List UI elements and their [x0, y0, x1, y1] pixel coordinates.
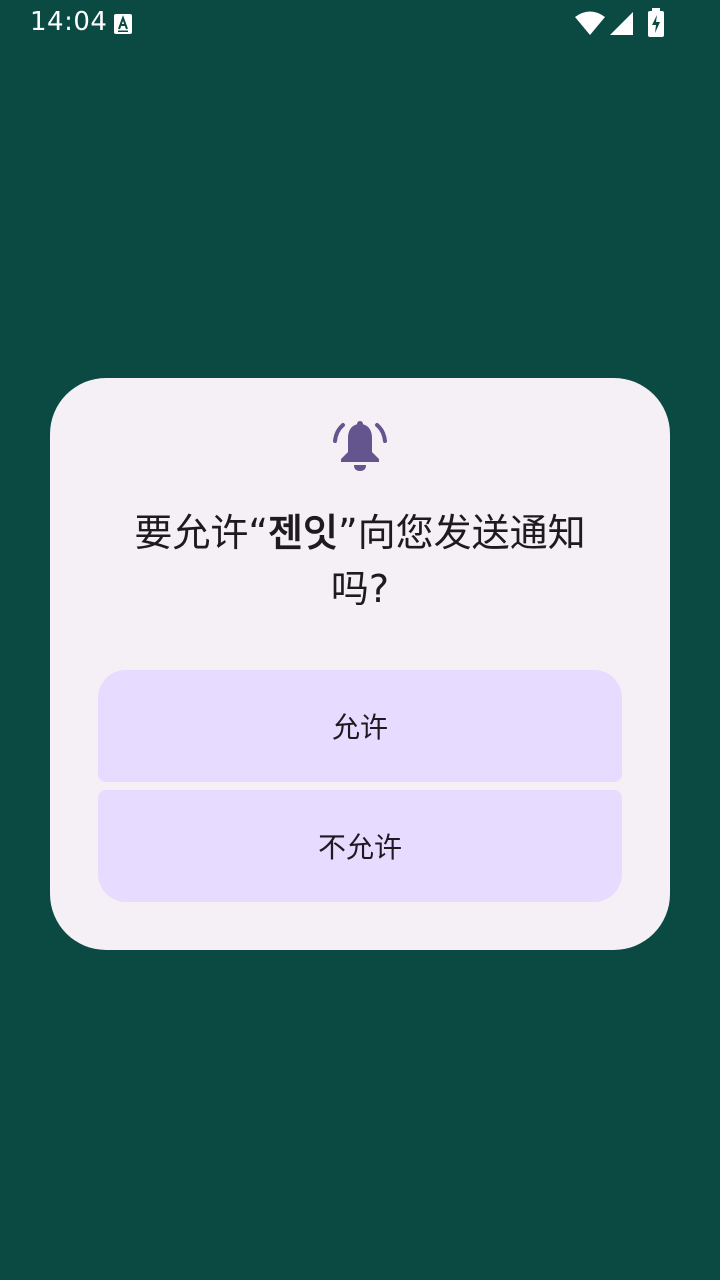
- title-prefix: 要允许“: [134, 511, 269, 555]
- status-bar: 14:04: [0, 0, 720, 48]
- status-time: 14:04: [30, 7, 108, 37]
- keyboard-a-icon: [114, 14, 132, 34]
- signal-icon: [610, 12, 633, 35]
- deny-button[interactable]: 不允许: [98, 790, 622, 902]
- notification-bell-icon: [333, 421, 387, 471]
- dialog-title: 要允许“젠잇”向您发送通知吗?: [110, 505, 610, 617]
- allow-button[interactable]: 允许: [98, 670, 622, 782]
- app-name: 젠잇: [268, 511, 338, 555]
- title-suffix: ”向您发送通知吗?: [330, 511, 586, 611]
- wifi-icon: [575, 11, 605, 35]
- battery-charging-icon: [648, 8, 664, 37]
